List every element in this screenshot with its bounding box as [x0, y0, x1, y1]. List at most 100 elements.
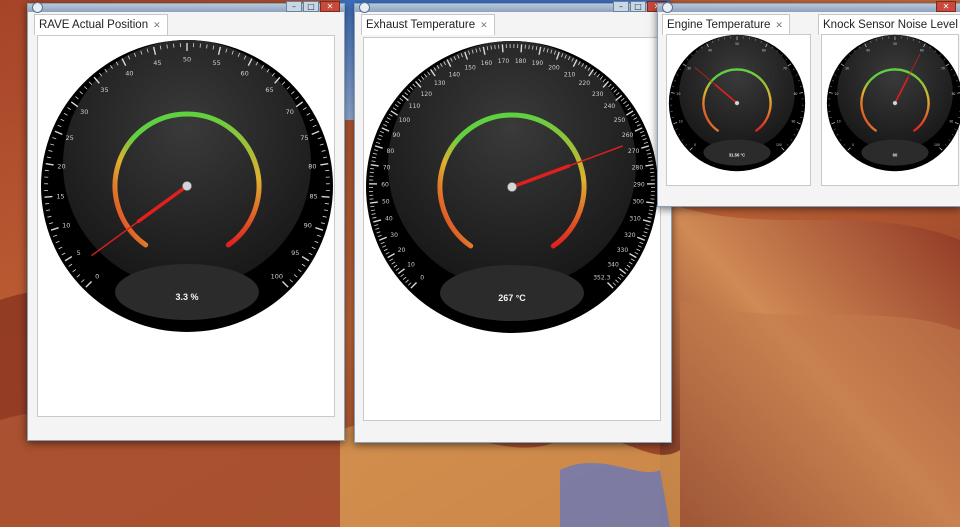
gauge-tick-label: 110	[409, 103, 421, 110]
gauge-tick-label: 0	[694, 143, 696, 147]
gauge-needle-hub	[182, 181, 192, 191]
gauge-tick-label: 60	[241, 69, 249, 77]
minor-tick	[649, 205, 654, 208]
gauge-engine-temperature: 0 10 20 30 40 50 60 70 80 90 100 31.56 °C	[668, 34, 806, 172]
window-exhaust-temperature[interactable]: – □ ✕ Exhaust Temperature ✕ 0 1020 30 40 50 6…	[354, 1, 672, 443]
gauge-face	[679, 34, 795, 151]
gauge-tick-label: 65	[265, 86, 273, 94]
gauge-readout-value: 60	[893, 152, 898, 157]
gauge-needle-hub	[892, 100, 898, 106]
gauge-tick-label: 35	[100, 86, 108, 94]
gauge-tick-label: 100	[776, 143, 782, 147]
close-button[interactable]: ✕	[320, 1, 340, 12]
gauge-tick-label: 340	[607, 261, 619, 268]
gauge-tick-label: 160	[481, 60, 493, 67]
gauge-tick-label: 0	[852, 143, 854, 147]
gauge-tick-label: 20	[835, 92, 839, 96]
gauge-tick-label: 40	[125, 69, 133, 77]
gauge-tick-label: 210	[564, 71, 576, 78]
window-titlebar[interactable]: ✕	[658, 1, 960, 13]
minor-tick	[370, 205, 375, 208]
gauge-tick-label: 50	[735, 42, 739, 46]
gauge-tick-label: 270	[628, 148, 640, 155]
tab-close-icon[interactable]: ✕	[480, 20, 488, 31]
window-rave-actual-position[interactable]: – □ ✕ RAVE Actual Position ✕ 0 5 10 15 20 25 3…	[27, 1, 345, 441]
tab-label: Exhaust Temperature	[366, 19, 476, 31]
gauge-tick-label: 100	[934, 143, 940, 147]
window-titlebar[interactable]: – □ ✕	[28, 1, 344, 13]
gauge-tick-label: 120	[421, 91, 433, 98]
gauge-tick-label: 10	[62, 222, 70, 230]
gauge-tick-label: 70	[941, 66, 945, 70]
gauge-tick-label: 300	[632, 199, 644, 206]
tab-label: Knock Sensor Noise Level	[823, 19, 958, 31]
gauge-tick-label: 180	[515, 58, 527, 65]
gauge-tick-label: 95	[291, 249, 299, 257]
gauge-tick-label: 0	[95, 272, 99, 280]
gauge-needle-hub	[734, 100, 740, 106]
gauge-tick-label: 320	[624, 232, 636, 239]
gauge-tick-label: 220	[579, 80, 591, 87]
close-button[interactable]: ✕	[936, 1, 956, 12]
gauge-readout-value: 31.56 °C	[729, 152, 745, 157]
gauge-tick-label: 90	[791, 120, 795, 124]
tab-label: RAVE Actual Position	[39, 19, 149, 31]
gauge-readout-value: 3.3 %	[175, 292, 198, 302]
app-icon	[32, 2, 43, 13]
gauge-tick-label: 80	[308, 163, 316, 171]
gauge-tick-label: 30	[390, 232, 398, 239]
minor-tick	[324, 203, 329, 205]
tab-engine-temperature[interactable]: Engine Temperature ✕	[662, 14, 790, 35]
gauge-tick-label: 310	[629, 216, 641, 223]
minimize-button[interactable]: –	[613, 1, 629, 12]
tab-exhaust-temperature[interactable]: Exhaust Temperature ✕	[361, 14, 495, 35]
gauge-readout-value: 267 °C	[498, 293, 526, 303]
gauge-tick-label: 20	[57, 163, 65, 171]
window-titlebar[interactable]: – □ ✕	[355, 1, 671, 13]
gauge-tick-label: 100	[271, 272, 283, 280]
window-engine-and-knock[interactable]: ✕ Engine Temperature ✕ 0 10 20 30 40 50 60 70 80…	[657, 1, 960, 207]
tab-close-icon[interactable]: ✕	[153, 20, 161, 31]
gauge-tick-label: 60	[381, 182, 389, 189]
gauge-tick-label: 50	[382, 199, 390, 206]
tab-close-icon[interactable]: ✕	[775, 20, 783, 31]
gauge-tick-label: 240	[604, 103, 616, 110]
gauge-tick-label: 25	[66, 134, 74, 142]
gauge-tick-label: 15	[56, 192, 64, 200]
gauge-tick-label: 80	[387, 148, 395, 155]
gauge-tick-label: 250	[614, 117, 626, 124]
gauge-tick-label: 80	[952, 92, 956, 96]
gauge-tick-label: 150	[464, 65, 476, 72]
major-tick	[369, 201, 378, 204]
gauge-tick-label: 260	[622, 132, 634, 139]
gauge-rave-actual-position: 0 5 10 15 20 25 30 35 40 45 50 55 60 65 70 75 80 85 90 95 10…	[41, 40, 333, 332]
tab-knock-sensor-noise-level[interactable]: Knock Sensor Noise Level ✕	[818, 14, 960, 35]
gauge-tick-label: 70	[286, 108, 294, 116]
gauge-tick-label: 75	[300, 134, 308, 142]
gauge-exhaust-temperature: 0 1020 30 40 50 60 70 80 90 100 110120130140150 160…	[366, 41, 658, 333]
gauge-tick-label: 130	[434, 80, 446, 87]
maximize-button[interactable]: □	[630, 1, 646, 12]
gauge-tick-label: 40	[866, 48, 870, 52]
gauge-tick-label: 30	[80, 108, 88, 116]
gauge-knock-sensor-noise-level: 0 10 20 30 40 50 60 70 80 90 100 60	[826, 34, 960, 172]
major-tick	[646, 201, 655, 204]
gauge-tick-label: 20	[677, 92, 681, 96]
gauge-tick-label: 10	[407, 261, 415, 268]
gauge-tick-label: 100	[399, 117, 411, 124]
app-icon	[662, 2, 673, 13]
maximize-button[interactable]: □	[303, 1, 319, 12]
minor-tick	[649, 168, 654, 170]
tab-rave-actual-position[interactable]: RAVE Actual Position ✕	[34, 14, 168, 35]
gauge-tick-label: 20	[398, 247, 406, 254]
gauge-tick-label: 30	[845, 66, 849, 70]
major-tick	[44, 195, 53, 198]
gauge-tick-label: 200	[548, 65, 560, 72]
gauge-tick-label: 50	[893, 42, 897, 46]
gauge-tick-label: 80	[794, 92, 798, 96]
app-icon	[359, 2, 370, 13]
gauge-tick-label: 5	[77, 249, 81, 257]
minimize-button[interactable]: –	[286, 1, 302, 12]
gauge-tick-label: 30	[687, 66, 691, 70]
minor-tick	[166, 44, 168, 49]
